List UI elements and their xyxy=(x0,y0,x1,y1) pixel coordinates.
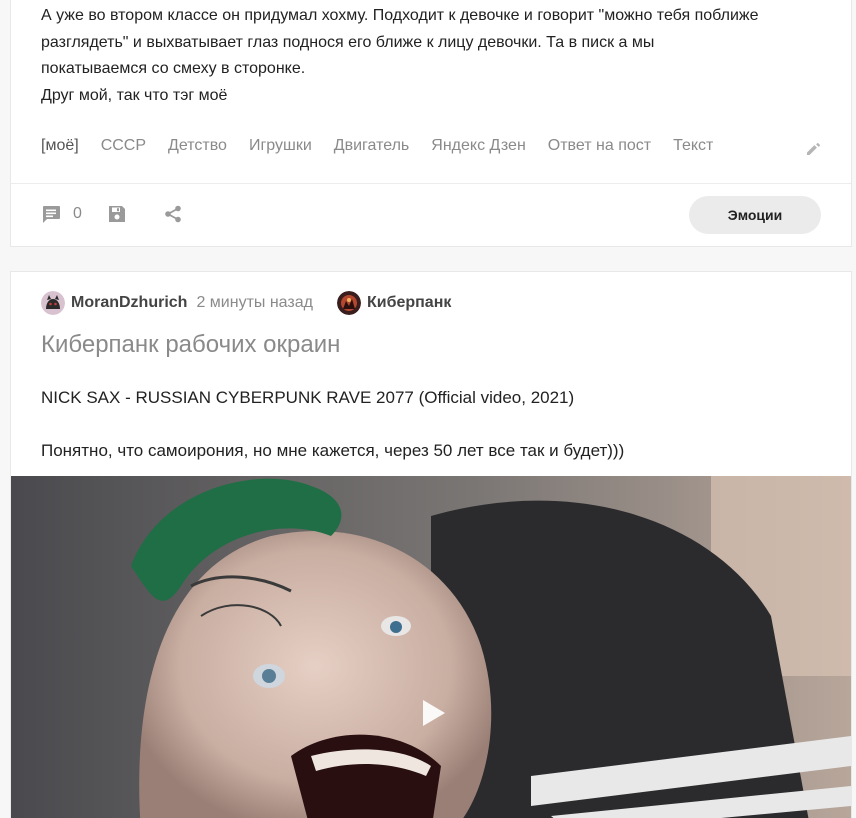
video-thumbnail xyxy=(11,476,851,818)
divider xyxy=(11,183,851,184)
floppy-disk-icon xyxy=(108,206,125,222)
author-avatar[interactable] xyxy=(41,291,65,315)
post-card-previous: А уже во втором классе он придумал хохму… xyxy=(10,0,852,247)
community-name[interactable]: Киберпанк xyxy=(367,294,451,312)
tag-text[interactable]: Текст xyxy=(673,136,713,156)
tag-ussr[interactable]: СССР xyxy=(101,136,146,156)
post-actions: 0 xyxy=(41,204,182,224)
tag-childhood[interactable]: Детство xyxy=(168,136,227,156)
share-icon xyxy=(165,205,181,223)
tag-engine[interactable]: Двигатель xyxy=(334,136,410,156)
post-time: 2 минуты назад xyxy=(196,294,313,311)
emotions-button[interactable]: Эмоции xyxy=(689,196,821,234)
post-text-line: разглядеть" и выхватывает глаз поднося е… xyxy=(41,33,655,51)
post-body-text: А уже во втором классе он придумал хохму… xyxy=(41,3,831,109)
comment-bubble-icon xyxy=(43,206,60,223)
author-name[interactable]: MoranDzhurich xyxy=(71,294,187,312)
post-text-line: покатываемся со смеху в сторонке. xyxy=(41,60,306,77)
video-player[interactable] xyxy=(11,476,851,818)
play-icon[interactable] xyxy=(421,698,447,728)
community-avatar[interactable] xyxy=(336,291,361,315)
tag-list: [моё] СССР Детство Игрушки Двигатель Янд… xyxy=(41,136,735,156)
tag-moe[interactable]: [моё] xyxy=(41,136,79,156)
comments-button[interactable]: 0 xyxy=(41,204,82,224)
post-text-line: Друг мой, так что тэг моё xyxy=(41,86,228,104)
post-body-line: Понятно, что самоирония, но мне кажется,… xyxy=(41,441,625,460)
tag-toys[interactable]: Игрушки xyxy=(249,136,312,156)
pencil-icon[interactable] xyxy=(806,140,822,156)
post-meta: MoranDzhurich 2 минуты назад Киберпанк xyxy=(41,291,451,315)
post-text-line: А уже во втором классе он придумал хохму… xyxy=(41,7,759,24)
comment-count: 0 xyxy=(73,205,82,222)
save-button[interactable] xyxy=(108,205,126,223)
post-body-line: NICK SAX - RUSSIAN CYBERPUNK RAVE 2077 (… xyxy=(41,388,575,407)
tag-yandex-zen[interactable]: Яндекс Дзен xyxy=(431,136,526,156)
post-title[interactable]: Киберпанк рабочих окраин xyxy=(41,330,340,360)
share-button[interactable] xyxy=(164,205,182,223)
post-card: MoranDzhurich 2 минуты назад Киберпанк К… xyxy=(10,271,852,818)
tag-reply-to-post[interactable]: Ответ на пост xyxy=(548,136,651,156)
